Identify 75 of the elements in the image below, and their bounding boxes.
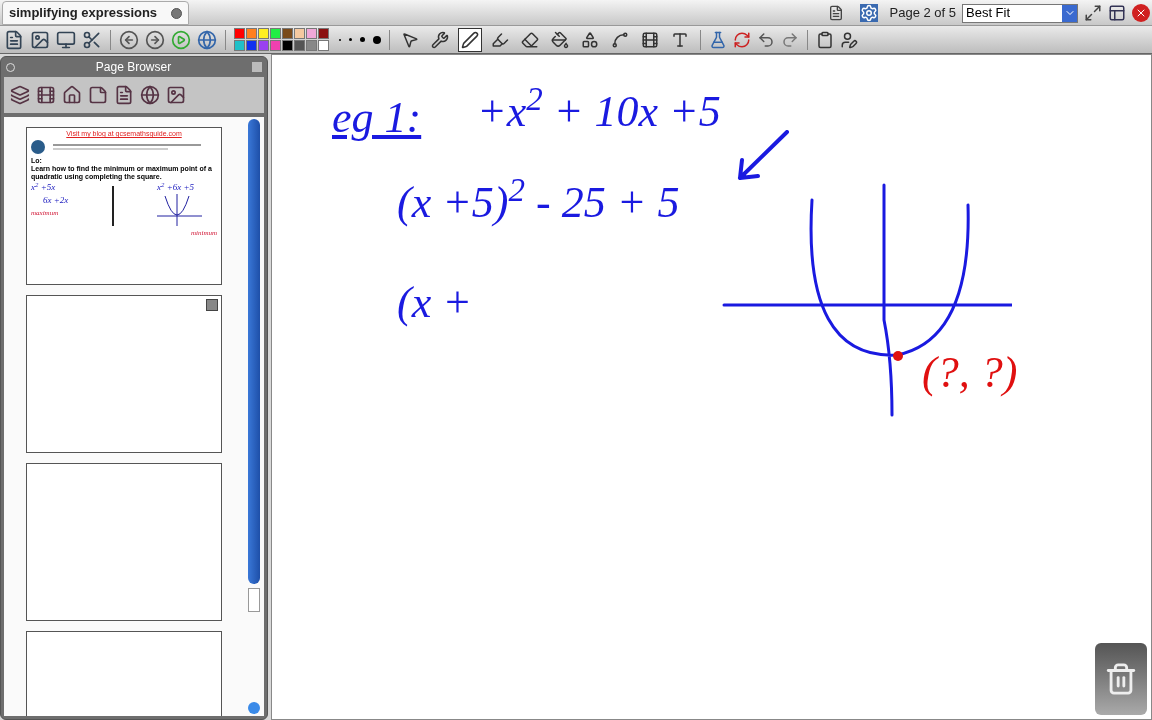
color-swatch[interactable]: [270, 40, 281, 51]
redo-icon[interactable]: [781, 30, 799, 49]
color-swatch[interactable]: [258, 40, 269, 51]
handwritten-step: (x +5)$^{2}$ - 25 + 5: [397, 170, 680, 236]
toolbar-icon[interactable]: [30, 29, 50, 50]
handwritten-expression: +x$^{2}$ + 10x +5: [477, 79, 721, 138]
user-edit-icon[interactable]: [840, 30, 858, 49]
clipboard-icon[interactable]: [816, 30, 834, 49]
panel-tab-icon[interactable]: [140, 85, 160, 105]
color-swatch[interactable]: [306, 28, 317, 39]
tool-icon: [581, 30, 599, 49]
fullscreen-icon[interactable]: [1084, 4, 1102, 22]
color-swatch[interactable]: [246, 28, 257, 39]
page-thumbnail[interactable]: [26, 295, 222, 453]
page-menu-icon[interactable]: [206, 299, 218, 311]
page-thumbnail[interactable]: [26, 463, 222, 621]
toolbar-icon[interactable]: [4, 29, 24, 50]
globe-icon[interactable]: [197, 29, 217, 50]
color-swatch[interactable]: [318, 28, 329, 39]
panel-tab-icon[interactable]: [10, 85, 30, 105]
color-swatch[interactable]: [234, 28, 245, 39]
previous-page-icon[interactable]: [119, 29, 139, 50]
next-page-icon[interactable]: [145, 29, 165, 50]
tool-icon: [671, 30, 689, 49]
color-swatch[interactable]: [294, 40, 305, 51]
trash-icon: [1104, 662, 1138, 696]
panel-tab-icon[interactable]: [62, 85, 82, 105]
toolbar-icon[interactable]: [56, 29, 76, 50]
color-swatch[interactable]: [282, 40, 293, 51]
color-swatch[interactable]: [306, 40, 317, 51]
page-indicator: Page 2 of 5: [889, 4, 956, 23]
close-icon[interactable]: [171, 7, 183, 19]
tab-title: simplifying expressions: [9, 4, 158, 23]
scrollbar-thumb[interactable]: [248, 119, 260, 584]
color-swatch[interactable]: [234, 40, 245, 51]
panel-title: Page Browser: [95, 59, 172, 76]
trash-button[interactable]: [1095, 643, 1147, 715]
color-swatch[interactable]: [258, 28, 269, 39]
tool-icon: [491, 30, 509, 49]
handwritten-note: 6x +2x: [43, 195, 69, 205]
tool-icon: [401, 30, 419, 49]
tool-button[interactable]: [458, 27, 482, 52]
flask-icon[interactable]: [709, 30, 727, 49]
tool-icon: [611, 30, 629, 49]
handwritten-note: x$^{2}$ +5x: [31, 182, 56, 192]
color-swatch[interactable]: [270, 28, 281, 39]
tool-icon: [521, 30, 539, 49]
tool-icon: [461, 30, 479, 49]
close-window-icon[interactable]: [1132, 4, 1150, 22]
tool-icon: [431, 30, 449, 49]
handwritten-heading: eg 1:: [332, 92, 422, 144]
tool-icon: [641, 30, 659, 49]
color-swatch[interactable]: [294, 28, 305, 39]
panel-tab-icon[interactable]: [88, 85, 108, 105]
color-swatch[interactable]: [318, 40, 329, 51]
scroll-arrows-icon[interactable]: [248, 588, 260, 612]
refresh-icon[interactable]: [733, 30, 751, 49]
color-swatch[interactable]: [282, 28, 293, 39]
handwritten-note: x$^{2}$ +6x +5: [157, 182, 196, 192]
zoom-select[interactable]: Best Fit: [962, 3, 1078, 23]
logo-icon: [31, 140, 45, 154]
panel-tab-icon[interactable]: [36, 85, 56, 105]
undo-icon[interactable]: [757, 30, 775, 49]
window-icon[interactable]: [1108, 4, 1126, 22]
toolbar-icon[interactable]: [82, 29, 102, 50]
tool-icon: [551, 30, 569, 49]
zoom-slider-thumb[interactable]: [248, 702, 260, 714]
panel-tab-icon[interactable]: [166, 85, 186, 105]
color-swatch[interactable]: [246, 40, 257, 51]
page-icon[interactable]: [827, 5, 844, 21]
brace-divider: [111, 186, 114, 226]
panel-tab-icon[interactable]: [114, 85, 134, 105]
handwritten-point-label: (?, ?): [922, 347, 1018, 399]
document-tab[interactable]: simplifying expressions: [2, 1, 190, 25]
handwritten-step: (x +: [397, 270, 472, 336]
